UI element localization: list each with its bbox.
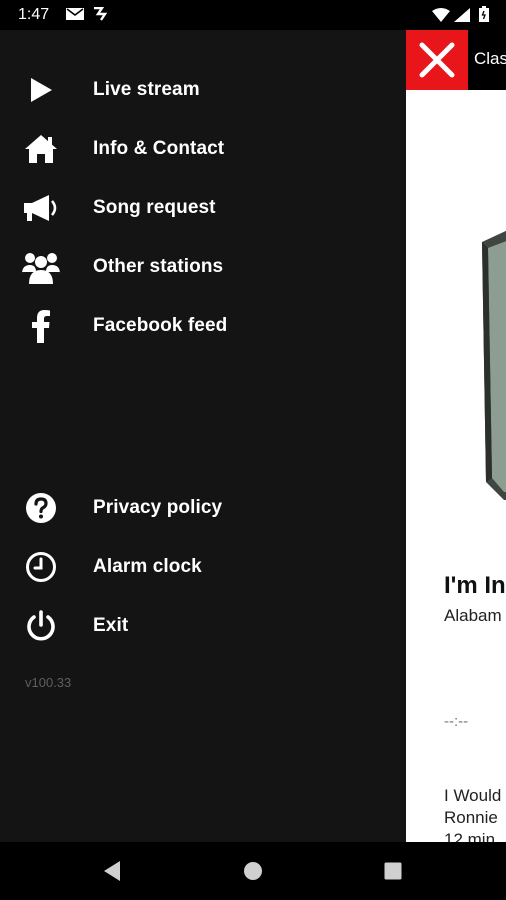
battery-icon (479, 6, 489, 22)
menu-item-label: Facebook feed (93, 315, 228, 336)
recents-icon[interactable] (381, 859, 405, 883)
app-version: v100.33 (25, 675, 72, 690)
navigation-drawer: Live stream Info & Contact Song request (0, 30, 406, 842)
group-icon (22, 248, 60, 286)
menu-item-label: Alarm clock (93, 556, 202, 577)
menu-item-alarm-clock[interactable]: Alarm clock (0, 538, 406, 596)
app-title: Clas (474, 49, 506, 68)
menu-item-facebook-feed[interactable]: Facebook feed (0, 297, 406, 355)
menu-item-label: Live stream (93, 79, 200, 100)
now-playing-title: I'm In (444, 572, 506, 599)
megaphone-icon (22, 189, 60, 227)
menu-item-info-contact[interactable]: Info & Contact (0, 120, 406, 178)
question-circle-icon (22, 489, 60, 527)
home-circle-icon[interactable] (241, 859, 265, 883)
menu-item-exit[interactable]: Exit (0, 597, 406, 655)
facebook-icon (22, 307, 60, 345)
system-nav-bar (0, 842, 506, 900)
app-toolbar: Clas (406, 30, 506, 90)
status-bar: 1:47 (0, 0, 506, 30)
clock-icon (22, 548, 60, 586)
mail-icon (66, 8, 84, 20)
menu-item-label: Song request (93, 197, 216, 218)
history-item-time: 12 min (444, 830, 496, 842)
close-icon (419, 42, 455, 78)
home-icon (22, 130, 60, 168)
wifi-icon (432, 8, 450, 22)
menu-item-other-stations[interactable]: Other stations (0, 238, 406, 296)
menu-item-privacy-policy[interactable]: Privacy policy (0, 479, 406, 537)
menu-item-song-request[interactable]: Song request (0, 179, 406, 237)
signal-icon (454, 8, 470, 22)
now-playing-artist: Alabam (444, 606, 502, 625)
menu-item-label: Info & Contact (93, 138, 225, 159)
history-item-artist: Ronnie (444, 808, 498, 827)
menu-item-label: Privacy policy (93, 497, 223, 518)
play-icon (22, 71, 60, 109)
menu-item-label: Exit (93, 615, 129, 636)
history-item-title[interactable]: I Would (444, 786, 501, 806)
player-screen: Clas I'm In Alabam --:-- I Would Ronnie … (406, 30, 506, 842)
status-time: 1:47 (18, 6, 50, 23)
app-logo-icon (94, 7, 108, 21)
back-icon[interactable] (100, 859, 124, 883)
menu-item-live-stream[interactable]: Live stream (0, 61, 406, 119)
now-playing-time: --:-- (444, 713, 469, 730)
album-art (482, 230, 506, 500)
close-button[interactable] (406, 30, 468, 90)
menu-item-label: Other stations (93, 256, 224, 277)
power-icon (22, 607, 60, 645)
